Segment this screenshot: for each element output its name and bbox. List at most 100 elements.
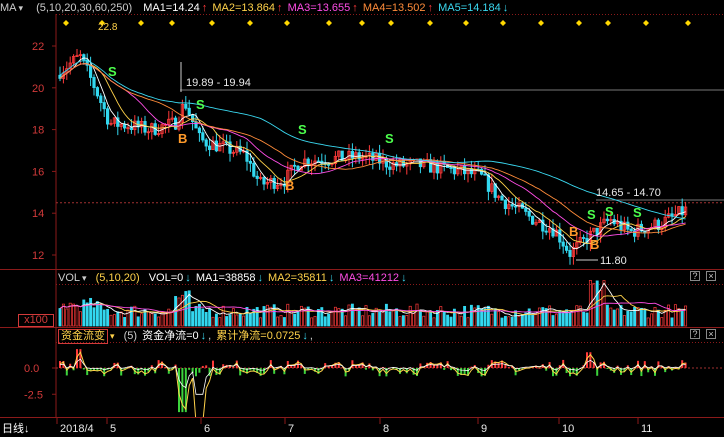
event-diamond-icon: [326, 20, 332, 26]
candle-body: [524, 207, 528, 212]
volume-bar: [75, 305, 79, 327]
volume-bar: [72, 303, 76, 327]
volume-bar: [228, 314, 232, 327]
volume-bar: [639, 307, 643, 327]
event-diamond-icon: [359, 20, 365, 26]
candle-body: [252, 162, 256, 177]
period-label[interactable]: 日线: [2, 423, 24, 435]
sell-signal: S: [633, 205, 642, 220]
volume-bar: [333, 306, 337, 327]
event-diamond-icon: [576, 20, 582, 26]
volume-bar: [595, 280, 599, 327]
volume-bar: [140, 313, 144, 327]
volume-bar: [248, 313, 252, 327]
flow-bar: [365, 368, 367, 370]
volume-bar: [82, 299, 86, 327]
flow-bar: [572, 368, 575, 373]
vol-ma1-value: MA1=38858: [195, 272, 256, 284]
flow-bar: [188, 368, 191, 370]
candle-body: [503, 199, 508, 210]
arrow-down-icon: ↓: [24, 423, 30, 435]
flow-bar: [443, 368, 446, 370]
volume-bar: [432, 317, 436, 327]
arrow-down-icon: ↓: [185, 272, 191, 284]
volume-bar: [211, 316, 215, 327]
flow-bar: [198, 368, 201, 373]
volume-bar: [344, 315, 348, 327]
x-tick-label: 6: [204, 423, 210, 435]
volume-bar: [61, 303, 65, 327]
x-tick-label: 8: [383, 423, 389, 435]
event-diamond-icon: [463, 20, 469, 26]
volume-bar: [497, 311, 501, 327]
buy-signal: B: [590, 237, 599, 252]
candle-body: [272, 177, 276, 189]
buy-signal: B: [285, 178, 294, 193]
volume-bar: [554, 313, 558, 327]
volume-bar: [599, 290, 603, 327]
volume-bar: [616, 308, 620, 327]
volume-bar: [265, 304, 269, 327]
event-diamond-icon: [63, 20, 69, 26]
candle-body: [350, 150, 355, 159]
volume-bar: [568, 311, 572, 327]
vol-ma3-value: MA3=41212: [339, 272, 400, 284]
flow-bar: [82, 368, 85, 370]
kline-chart[interactable]: 22 20 18 16 14 12 19.89 - 19.94 14.65 - 14.70 11…: [0, 0, 724, 270]
volume-bar: [78, 311, 82, 327]
candle-body: [486, 174, 491, 192]
candle-body: [510, 204, 514, 207]
volume-bar: [612, 309, 616, 327]
flow-bar: [201, 365, 204, 368]
help-button[interactable]: ?: [690, 271, 700, 281]
volume-bar: [160, 312, 164, 327]
candle-body: [201, 132, 205, 141]
volume-bar: [99, 304, 103, 327]
close-button[interactable]: ×: [706, 329, 716, 339]
close-button[interactable]: ×: [706, 271, 716, 281]
event-diamond-icon: [169, 20, 175, 26]
volume-bar: [395, 308, 399, 327]
candle-body: [207, 145, 212, 151]
volume-bar: [367, 315, 371, 327]
volume-bar: [170, 310, 174, 327]
volume-header: VOL ▾ (5,10,20) VOL=0 ↓ MA1=38858 ↓ MA2=358…: [0, 270, 724, 286]
x-tick-label: 2018/4: [60, 423, 94, 435]
volume-bar: [534, 314, 538, 327]
dropdown-arrow-icon[interactable]: ▾: [110, 331, 115, 341]
candle-body: [184, 103, 188, 109]
period-selector[interactable]: 日线↓: [2, 420, 30, 436]
vol-value: VOL=0: [148, 272, 184, 284]
event-diamond-icon: [247, 20, 253, 26]
volume-bar: [412, 312, 416, 327]
flow-panel[interactable]: 0.0-2.5-5.0 资金流变▾ (5) 资金净流=0↓, 累计净流=0.07…: [0, 328, 724, 417]
volume-bar: [180, 294, 184, 327]
help-button[interactable]: ?: [690, 329, 700, 339]
candle-body: [82, 54, 86, 61]
event-diamond-icon: [209, 20, 215, 26]
candle-body: [595, 227, 599, 236]
volume-bar: [673, 304, 677, 327]
arrow-down-icon: ↓: [200, 330, 207, 342]
kline-panel[interactable]: MA ▾ (5,10,20,30,60,250) MA1=14.24 ↑ MA2=1…: [0, 0, 724, 270]
x-axis-labels: 2018/4 5 6 7 8 9 10 11: [56, 418, 652, 435]
sell-signal: S: [385, 131, 394, 146]
event-diamond-icon: [685, 20, 691, 26]
candle-body: [561, 241, 565, 247]
indicator-name[interactable]: VOL: [58, 272, 80, 284]
indicator-name[interactable]: 资金流变: [58, 329, 108, 344]
volume-bar: [650, 313, 654, 327]
volume-bar: [327, 313, 331, 327]
candle-body: [582, 237, 586, 239]
volume-bar: [119, 311, 123, 327]
volume-panel[interactable]: VOL ▾ (5,10,20) VOL=0 ↓ MA1=38858 ↓ MA2=358…: [0, 270, 724, 328]
event-diamond-icon: [538, 20, 544, 26]
y-tick-label: 14: [32, 208, 44, 220]
candle-body: [197, 127, 201, 134]
volume-bar: [235, 314, 239, 327]
volume-bar: [537, 307, 541, 327]
volume-bar: [150, 313, 154, 327]
volume-bar: [136, 316, 140, 327]
dropdown-arrow-icon[interactable]: ▾: [82, 273, 87, 283]
volume-bar: [296, 310, 300, 327]
